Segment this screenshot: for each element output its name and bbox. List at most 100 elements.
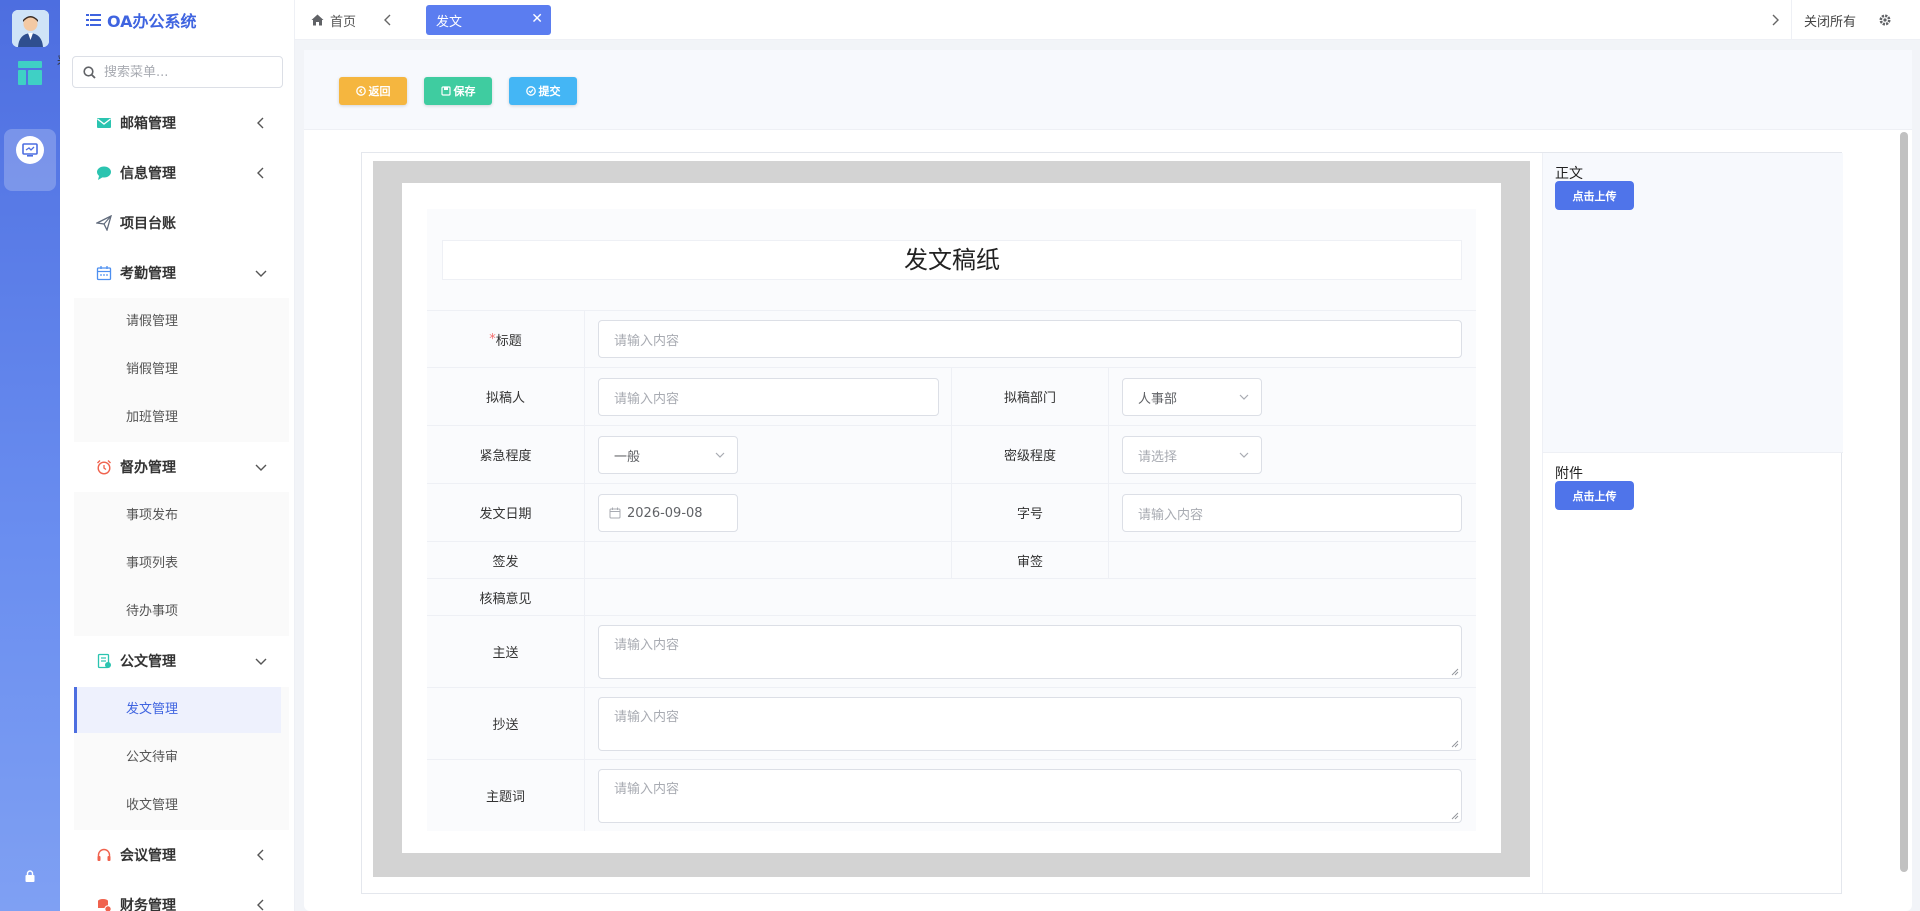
secrecy-label: 密级程度 (951, 426, 1109, 483)
menu-search-input[interactable] (104, 64, 274, 80)
sidebar-item-incoming[interactable]: 收文管理 (74, 782, 289, 830)
menu-group-label: 会议管理 (120, 848, 176, 864)
review-label: 审签 (951, 542, 1109, 578)
tab-home[interactable]: 首页 (311, 0, 356, 40)
main-to-textarea[interactable]: 请输入内容 (598, 625, 1462, 679)
urgency-select[interactable]: 一般 (598, 436, 738, 474)
sidebar-item-todo[interactable]: 待办事项 (74, 588, 289, 636)
document-icon (97, 653, 111, 669)
keywords-placeholder: 请输入内容 (614, 782, 680, 797)
row-title: * 标题 请输入内容 (427, 311, 1476, 368)
date-value: 2026-09-08 (627, 505, 703, 521)
main-content: 返回 保存 提交 发文稿纸 * 标题 请输入内容 拟稿人 请输入内容 拟稿部门 … (304, 50, 1912, 911)
chevron-left-icon[interactable] (381, 12, 395, 28)
menu-list-icon (86, 14, 101, 26)
resize-grip-icon[interactable] (1451, 740, 1459, 748)
row-keywords: 主题词 请输入内容 (427, 760, 1476, 831)
urgency-label: 紧急程度 (427, 426, 585, 483)
menu-group-mail[interactable]: 邮箱管理 (60, 98, 295, 148)
sidebar-item-outgoing[interactable]: 发文管理 (74, 687, 281, 733)
submit-button[interactable]: 提交 (509, 77, 577, 105)
back-button[interactable]: 返回 (339, 77, 407, 105)
row-drafter: 拟稿人 请输入内容 拟稿部门 人事部 (427, 368, 1476, 426)
sidebar-item-leave[interactable]: 请假管理 (74, 298, 289, 346)
body-upload-button[interactable]: 点击上传 (1555, 181, 1634, 210)
document-paper: 发文稿纸 * 标题 请输入内容 拟稿人 请输入内容 拟稿部门 人事部 紧急程度 … (402, 183, 1501, 853)
secrecy-select[interactable]: 请选择 (1122, 436, 1262, 474)
search-icon (83, 65, 96, 79)
chevron-down-icon (1239, 452, 1249, 458)
menu-group-finance[interactable]: 财务管理 (60, 880, 295, 911)
row-main-to: 主送 请输入内容 (427, 616, 1476, 688)
user-avatar[interactable] (12, 10, 49, 47)
menu-group-meetings[interactable]: 会议管理 (60, 830, 295, 880)
row-date: 发文日期 2026-09-08 字号 请输入内容 (427, 484, 1476, 542)
submit-label: 提交 (538, 86, 561, 98)
title-input[interactable]: 请输入内容 (598, 320, 1462, 358)
save-button[interactable]: 保存 (424, 77, 492, 105)
row-sign: 签发 审签 (427, 542, 1476, 579)
body-upload-section: 正文 点击上传 (1543, 153, 1843, 453)
keywords-textarea[interactable]: 请输入内容 (598, 769, 1462, 823)
back-label: 返回 (368, 86, 391, 98)
chevron-right-icon[interactable] (1768, 12, 1782, 28)
headset-icon (97, 848, 111, 861)
dept-select[interactable]: 人事部 (1122, 378, 1262, 416)
menu-group-label: 财务管理 (120, 898, 176, 911)
resize-grip-icon[interactable] (1451, 668, 1459, 676)
sidebar-item-overtime[interactable]: 加班管理 (74, 394, 289, 442)
scrollbar-thumb[interactable] (1900, 132, 1908, 872)
cc-label: 抄送 (427, 688, 585, 759)
title-label: * 标题 (427, 311, 585, 367)
menu-group-supervision[interactable]: 督办管理 (60, 442, 295, 492)
main-to-placeholder: 请输入内容 (614, 638, 680, 653)
attachment-upload-button[interactable]: 点击上传 (1555, 481, 1634, 510)
sidebar-item-list[interactable]: 事项列表 (74, 540, 289, 588)
submenu-documents: 发文管理 公文待审 收文管理 (74, 687, 289, 830)
send-icon (96, 215, 112, 231)
save-icon (440, 86, 451, 96)
drafter-input[interactable]: 请输入内容 (598, 378, 939, 416)
lock-icon[interactable] (24, 870, 36, 882)
menu-group-attendance[interactable]: 考勤管理 (60, 248, 295, 298)
attachment-title: 附件 (1555, 466, 1583, 482)
sidebar-item-publish[interactable]: 事项发布 (74, 492, 289, 540)
docno-input[interactable]: 请输入内容 (1122, 494, 1462, 532)
mail-icon (97, 118, 111, 128)
submenu-supervision: 事项发布 事项列表 待办事项 (74, 492, 289, 636)
upload-panel: 正文 点击上传 附件 点击上传 (1542, 153, 1843, 893)
resize-grip-icon[interactable] (1451, 812, 1459, 820)
sidebar-item-leave-cancel[interactable]: 销假管理 (74, 346, 289, 394)
menu-group-info[interactable]: 信息管理 (60, 148, 295, 198)
action-toolbar: 返回 保存 提交 (304, 50, 1912, 130)
title-label-text: 标题 (495, 333, 522, 349)
keywords-label: 主题词 (427, 760, 585, 831)
chevron-down-icon (255, 270, 267, 277)
menu-search[interactable] (72, 56, 283, 88)
row-cc: 抄送 请输入内容 (427, 688, 1476, 760)
date-picker[interactable]: 2026-09-08 (598, 494, 738, 532)
dept-value: 人事部 (1138, 391, 1178, 407)
close-icon[interactable]: ✕ (531, 11, 543, 27)
sidebar-item-pending-review[interactable]: 公文待审 (74, 734, 289, 782)
menu-group-project[interactable]: 项目台账 (60, 198, 295, 248)
close-all-button[interactable]: 关闭所有 (1791, 0, 1920, 40)
tab-bar: 首页 发文 ✕ 关闭所有 (295, 0, 1920, 40)
app-oa[interactable]: OA办..统 (4, 129, 162, 191)
content-scrollbar[interactable] (1898, 130, 1910, 911)
menu-group-label: 信息管理 (120, 166, 176, 182)
check-circle-icon (525, 86, 536, 96)
document-editor: 发文稿纸 * 标题 请输入内容 拟稿人 请输入内容 拟稿部门 人事部 紧急程度 … (361, 152, 1843, 894)
cc-textarea[interactable]: 请输入内容 (598, 697, 1462, 751)
cc-placeholder: 请输入内容 (614, 710, 680, 725)
tab-home-label: 首页 (330, 14, 357, 30)
menu-group-documents[interactable]: 公文管理 (60, 636, 295, 686)
sign-label: 签发 (427, 542, 585, 578)
chevron-left-icon (257, 117, 264, 129)
app-procurement[interactable]: 采购管..统 (4, 52, 162, 114)
gear-icon[interactable] (1878, 13, 1892, 27)
chat-icon (97, 166, 111, 180)
tab-outgoing[interactable]: 发文 ✕ (426, 5, 551, 35)
chevron-left-icon (257, 899, 264, 911)
document-frame: 发文稿纸 * 标题 请输入内容 拟稿人 请输入内容 拟稿部门 人事部 紧急程度 … (373, 161, 1530, 877)
